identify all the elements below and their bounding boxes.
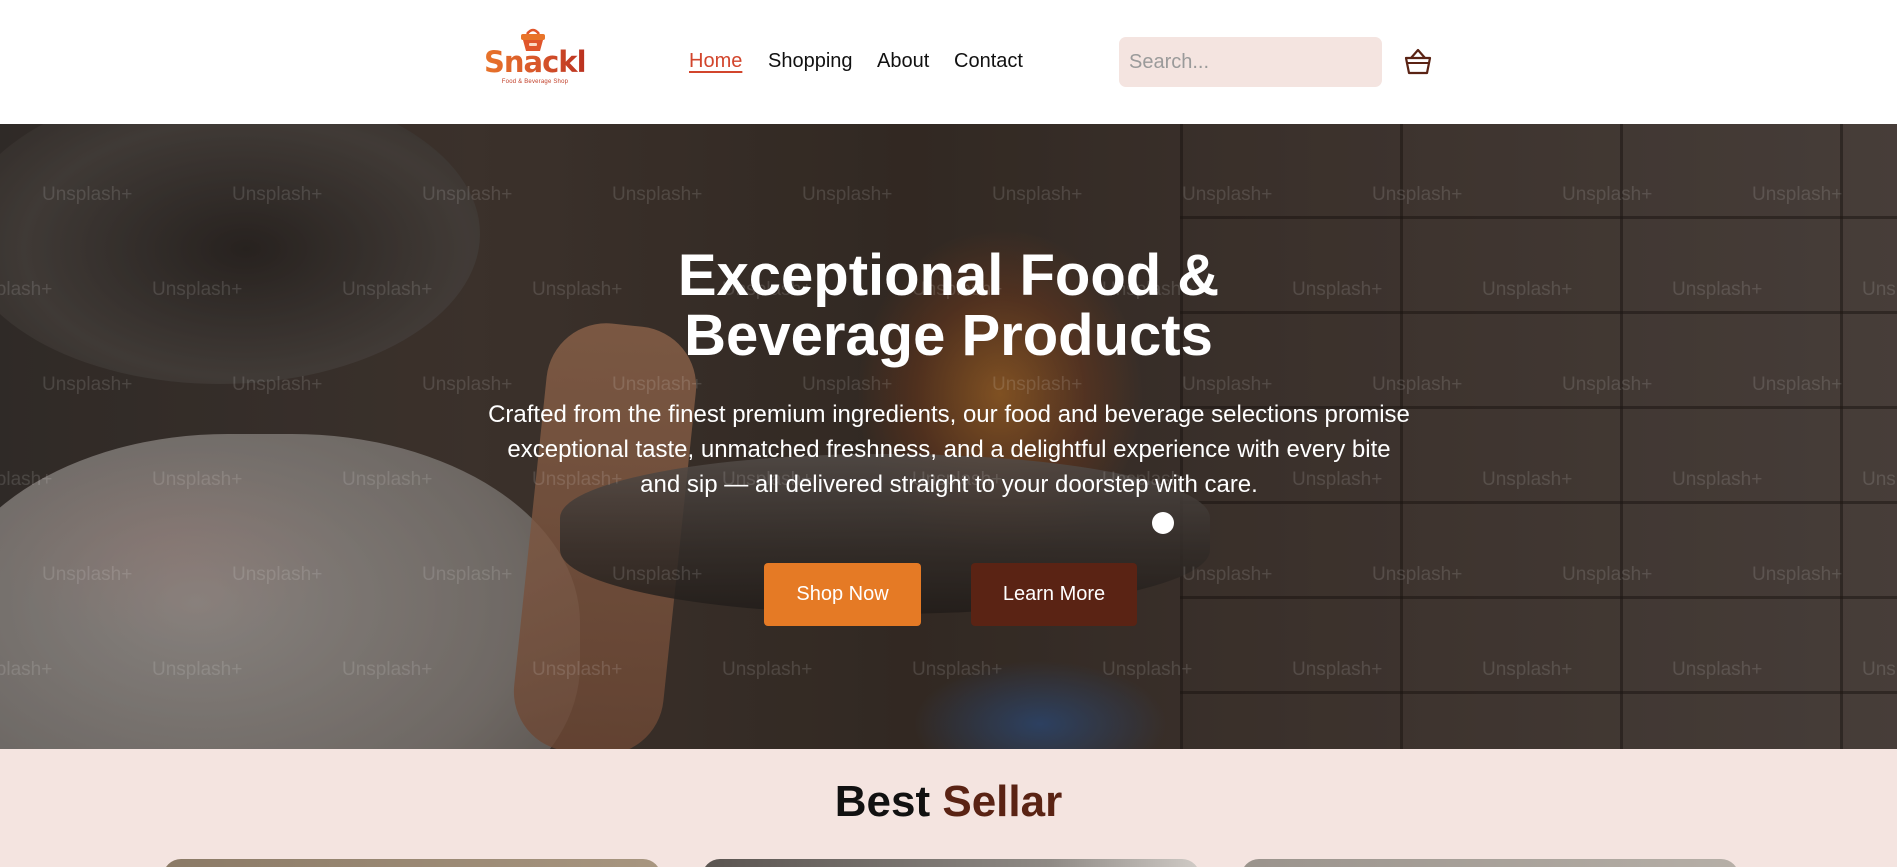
carousel-dot[interactable] bbox=[1152, 512, 1174, 534]
best-seller-title-part2: Sellar bbox=[942, 777, 1063, 826]
logo[interactable]: Snackly Food & Beverage Shop bbox=[484, 24, 604, 88]
product-card[interactable] bbox=[163, 859, 661, 867]
nav-shopping[interactable]: Shopping bbox=[768, 50, 853, 73]
hero-subtitle: Crafted from the finest premium ingredie… bbox=[488, 401, 1410, 498]
site-header: Snackly Food & Beverage Shop Home Shoppi… bbox=[0, 0, 1897, 124]
best-seller-title: Best Sellar bbox=[0, 777, 1897, 827]
nav-home[interactable]: Home bbox=[689, 50, 742, 73]
logo-tagline: Food & Beverage Shop bbox=[501, 79, 569, 85]
search-input[interactable] bbox=[1119, 37, 1382, 87]
hero-title-line2: Beverage Products bbox=[684, 303, 1213, 368]
best-seller-section: Best Sellar bbox=[0, 749, 1897, 867]
product-card[interactable] bbox=[702, 859, 1200, 867]
nav-contact[interactable]: Contact bbox=[954, 50, 1023, 73]
shop-now-button[interactable]: Shop Now bbox=[764, 563, 921, 626]
basket-icon[interactable] bbox=[1403, 47, 1433, 77]
hero-title: Exceptional Food & Beverage Products bbox=[0, 246, 1897, 366]
nav-about[interactable]: About bbox=[877, 50, 929, 73]
logo-brand: Snackly bbox=[484, 45, 604, 79]
learn-more-button[interactable]: Learn More bbox=[971, 563, 1137, 626]
best-seller-title-part1: Best bbox=[834, 777, 931, 826]
hero-title-line1: Exceptional Food & bbox=[677, 243, 1220, 308]
product-card[interactable] bbox=[1241, 859, 1739, 867]
